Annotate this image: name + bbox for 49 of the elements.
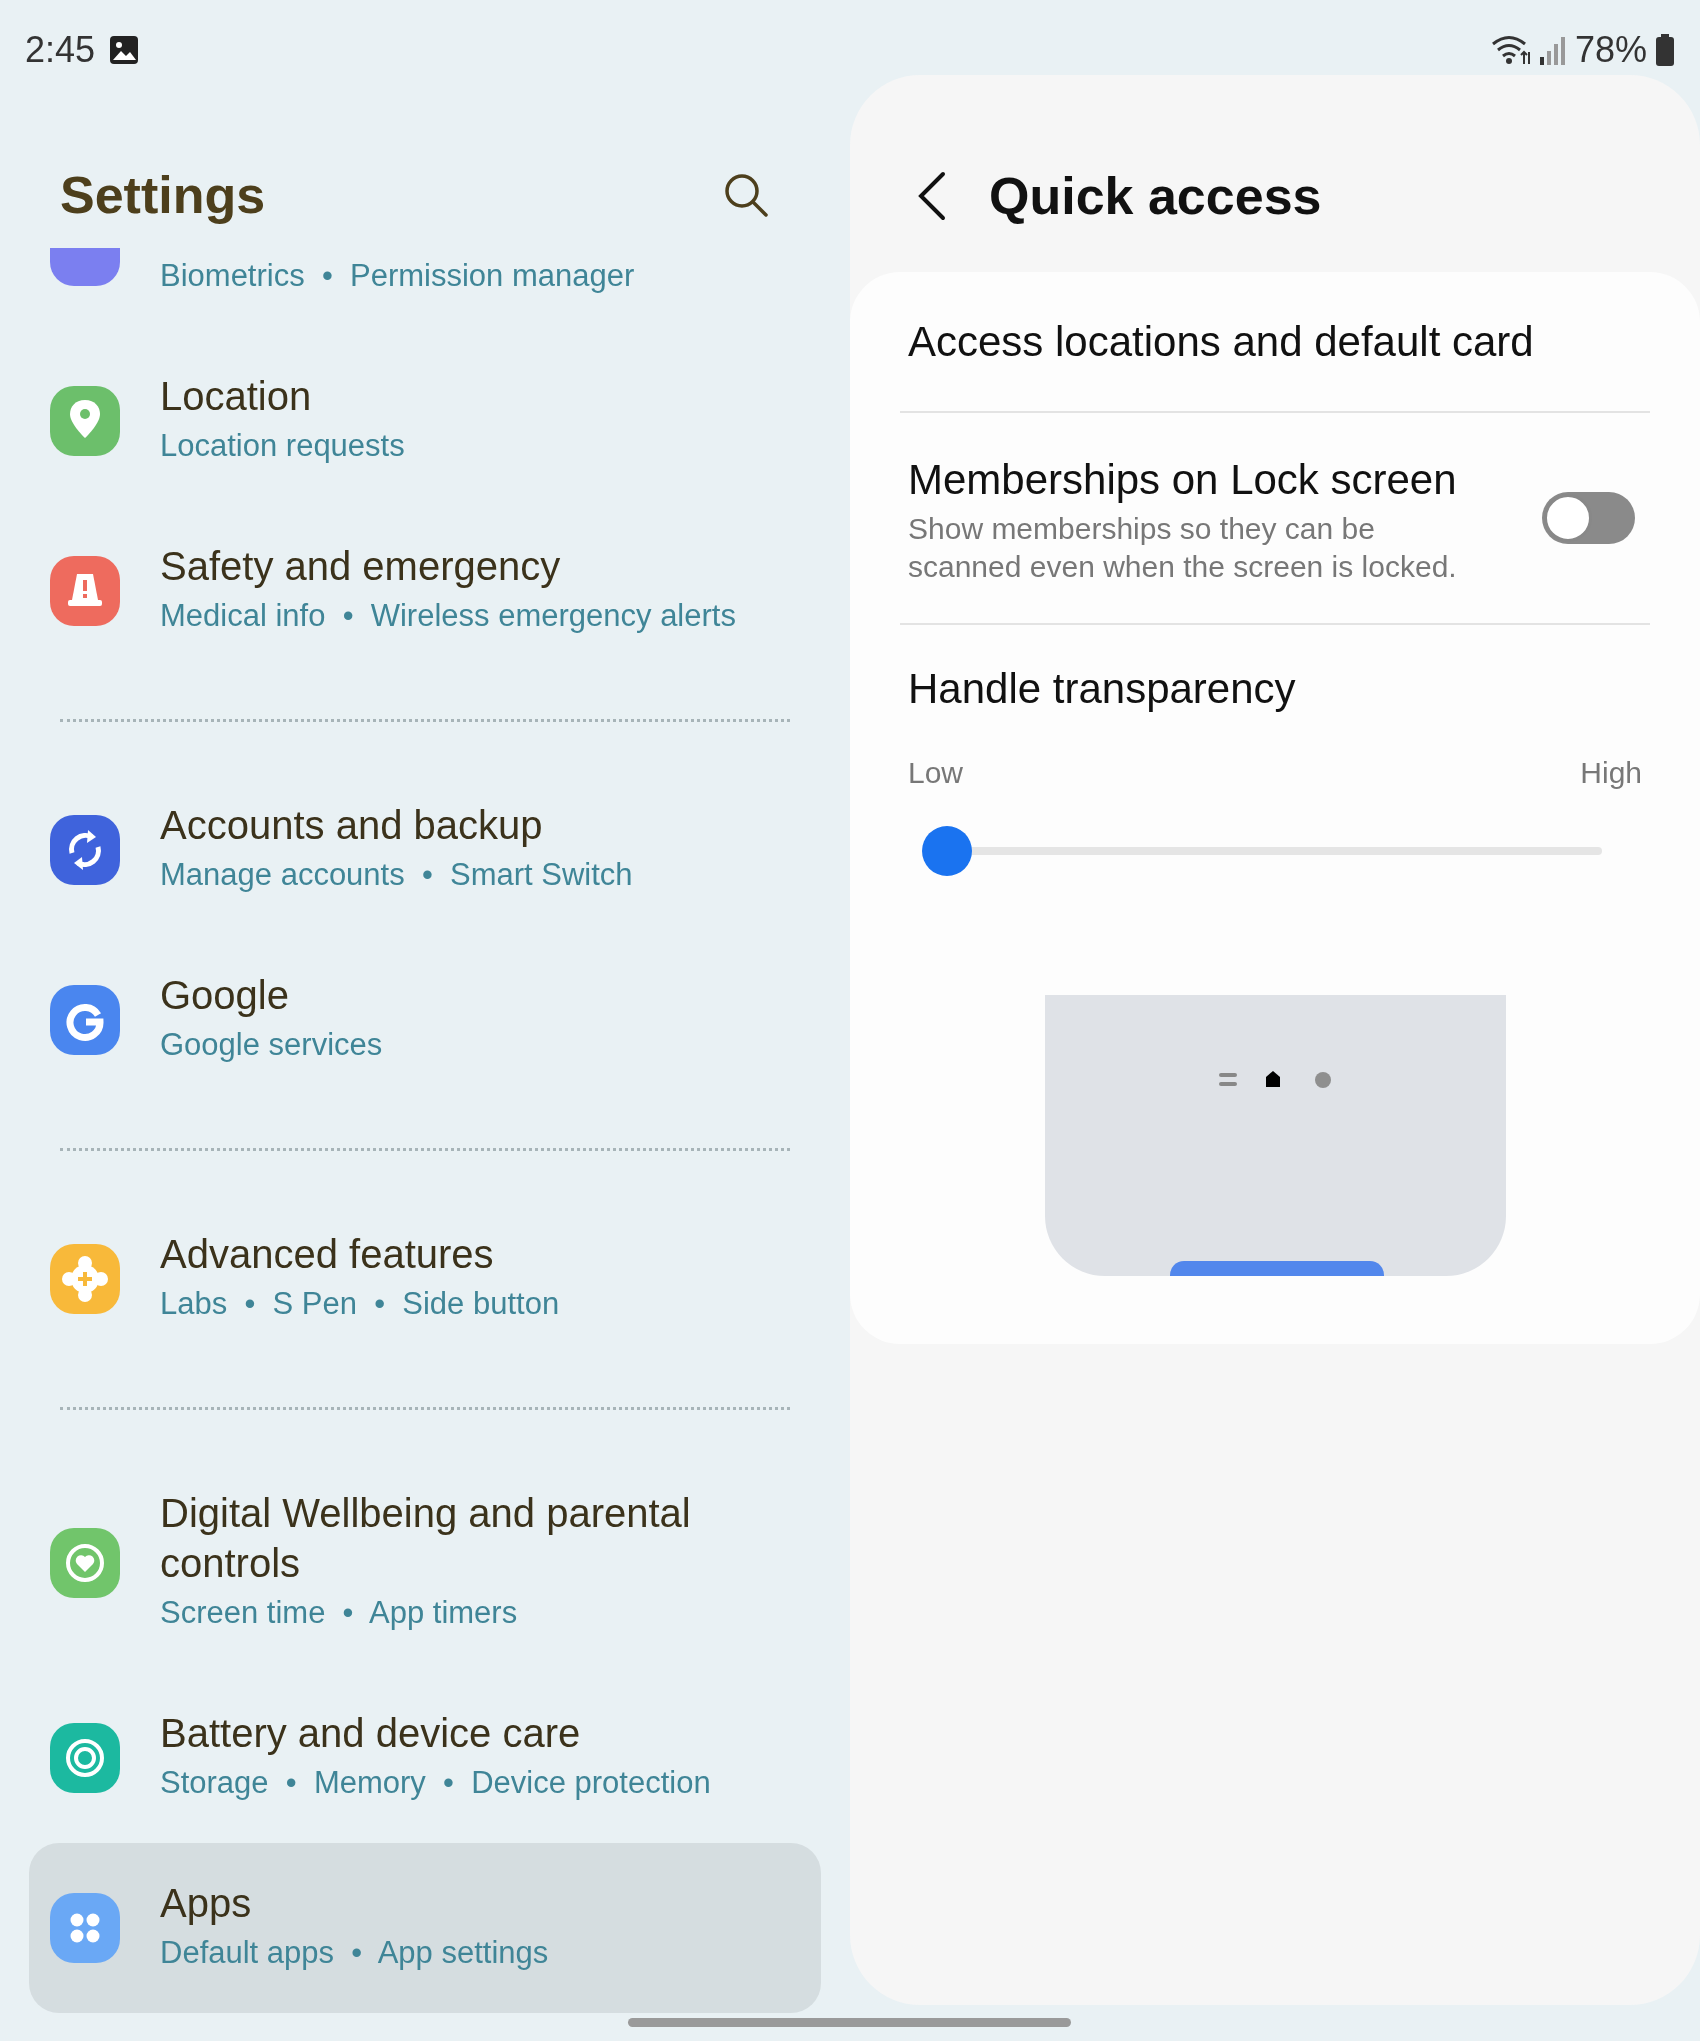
settings-item[interactable]: Safety and emergency Medical info • Wireless emergency alerts <box>29 506 821 676</box>
settings-item[interactable]: Biometrics • Permission manager <box>29 248 821 336</box>
location-pin-icon <box>50 386 120 456</box>
setting-description: Show memberships so they can be scanned even when the screen is locked. <box>908 511 1458 585</box>
item-title: Safety and emergency <box>160 543 562 590</box>
settings-item[interactable]: Location Location requests <box>29 336 821 506</box>
slider-label: Low <box>908 755 964 791</box>
item-subtitle: Location requests <box>160 427 405 465</box>
apps-grid-icon <box>50 1893 120 1963</box>
item-subtitle: Biometrics • Permission manager <box>160 257 635 295</box>
settings-item[interactable]: Accounts and backup Manage accounts • Smart Switch <box>29 765 821 935</box>
status-time: 2:45 <box>25 28 96 72</box>
battery-percent: 78% <box>1574 28 1647 72</box>
item-subtitle: Google services <box>160 1026 383 1064</box>
gear-plus-icon <box>50 1244 120 1314</box>
battery-icon <box>1655 34 1675 66</box>
menu-item[interactable]: Access locations and default card <box>908 310 1534 373</box>
slider-label: High <box>1580 755 1642 791</box>
item-title: Accounts and backup <box>160 802 544 849</box>
item-subtitle: Labs • S Pen • Side button <box>160 1285 560 1323</box>
item-subtitle: Manage accounts • Smart Switch <box>160 856 633 894</box>
image-icon <box>109 35 140 65</box>
settings-item[interactable]: Google Google services <box>29 935 821 1105</box>
google-icon <box>50 985 120 1055</box>
signal-icon <box>1538 35 1567 65</box>
slider-thumb[interactable] <box>922 826 972 876</box>
item-title: Digital Wellbeing and parental controls <box>160 1490 692 1587</box>
settings-title: Settings <box>60 165 266 226</box>
item-subtitle: Default apps • App settings <box>160 1934 549 1972</box>
sync-icon <box>50 815 120 885</box>
settings-item[interactable]: Apps Default apps • App settings <box>29 1843 821 2013</box>
item-subtitle: Medical info • Wireless emergency alerts <box>160 597 736 635</box>
settings-item[interactable]: Battery and device care Storage • Memory • Device protection <box>29 1673 821 1843</box>
item-title: Location <box>160 373 313 420</box>
page-title: Quick access <box>989 166 1322 227</box>
alert-icon <box>50 556 120 626</box>
item-subtitle: Storage • Memory • Device protection <box>160 1764 711 1802</box>
setting-title: Handle transparency <box>908 665 1296 712</box>
item-subtitle: Screen time • App timers <box>160 1594 519 1632</box>
item-title: Battery and device care <box>160 1710 582 1757</box>
search-icon[interactable] <box>722 171 770 219</box>
item-title: Apps <box>160 1880 253 1927</box>
wifi-icon <box>1490 34 1531 66</box>
item-title: Google <box>160 972 290 1019</box>
toggle-switch[interactable] <box>1542 492 1635 544</box>
settings-item[interactable]: Digital Wellbeing and parental controls Screen time • App timers <box>29 1453 821 1673</box>
item-title: Advanced features <box>160 1231 495 1278</box>
setting-title: Memberships on Lock screen <box>908 455 1458 505</box>
settings-item[interactable]: Advanced features Labs • S Pen • Side button <box>29 1194 821 1364</box>
